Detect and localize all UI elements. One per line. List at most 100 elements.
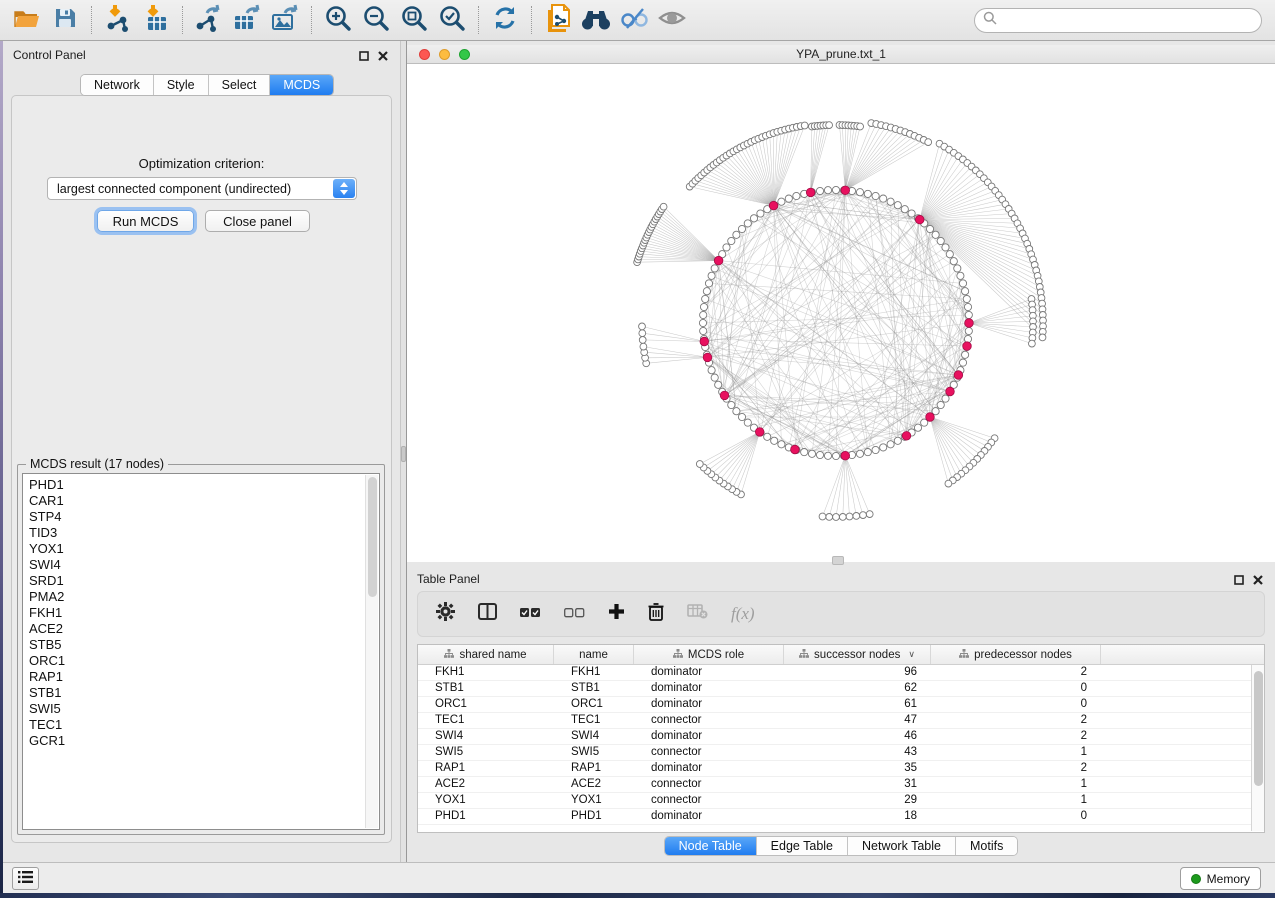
table-row[interactable]: ORC1ORC1dominator610 — [418, 697, 1264, 713]
table-cell[interactable]: connector — [634, 745, 784, 760]
close-panel-icon[interactable] — [1253, 572, 1263, 590]
table-cell[interactable]: 0 — [931, 809, 1101, 824]
zoom-in-button[interactable] — [321, 4, 355, 36]
open-file-button[interactable] — [10, 4, 44, 36]
mcds-result-list[interactable]: PHD1CAR1STP4TID3YOX1SWI4SRD1PMA2FKH1ACE2… — [22, 473, 380, 830]
mcds-result-item[interactable]: SRD1 — [29, 573, 379, 589]
table-cell[interactable]: 96 — [784, 665, 931, 680]
network-from-document-button[interactable] — [541, 4, 575, 36]
table-cell[interactable]: 1 — [931, 793, 1101, 808]
column-header-successor-nodes[interactable]: successor nodes∨ — [784, 645, 931, 664]
table-cell[interactable]: dominator — [634, 697, 784, 712]
table-cell[interactable]: connector — [634, 777, 784, 792]
export-image-button[interactable] — [268, 4, 302, 36]
table-cell[interactable]: PHD1 — [418, 809, 554, 824]
tab-select[interactable]: Select — [209, 75, 271, 95]
table-cell[interactable]: TEC1 — [418, 713, 554, 728]
add-column-button[interactable] — [608, 603, 625, 625]
table-cell[interactable]: connector — [634, 793, 784, 808]
search-input[interactable] — [1002, 14, 1261, 28]
tab-network-table[interactable]: Network Table — [848, 837, 956, 855]
table-row[interactable]: SWI4SWI4dominator462 — [418, 729, 1264, 745]
refresh-button[interactable] — [488, 4, 522, 36]
close-panel-icon[interactable] — [378, 48, 388, 66]
show-graphics-details-button[interactable] — [655, 4, 689, 36]
table-scrollbar[interactable] — [1251, 665, 1264, 831]
table-cell[interactable]: SWI4 — [418, 729, 554, 744]
search-network-button[interactable] — [579, 4, 613, 36]
mcds-list-scrollbar[interactable] — [365, 475, 378, 828]
table-cell[interactable]: dominator — [634, 665, 784, 680]
import-table-button[interactable] — [139, 4, 173, 36]
table-cell[interactable]: dominator — [634, 809, 784, 824]
panel-splitter-horizontal[interactable] — [832, 556, 844, 565]
table-cell[interactable]: RAP1 — [554, 761, 634, 776]
mcds-result-item[interactable]: STB1 — [29, 685, 379, 701]
table-cell[interactable]: ORC1 — [554, 697, 634, 712]
column-header-name[interactable]: name — [554, 645, 634, 664]
table-cell[interactable]: 35 — [784, 761, 931, 776]
function-builder-button[interactable]: f(x) — [731, 604, 755, 624]
table-cell[interactable]: YOX1 — [418, 793, 554, 808]
table-cell[interactable]: SWI5 — [418, 745, 554, 760]
mcds-result-item[interactable]: FKH1 — [29, 605, 379, 621]
table-cell[interactable]: 43 — [784, 745, 931, 760]
import-network-button[interactable] — [101, 4, 135, 36]
save-session-button[interactable] — [48, 4, 82, 36]
table-cell[interactable]: RAP1 — [418, 761, 554, 776]
table-cell[interactable]: 2 — [931, 729, 1101, 744]
splitter-handle[interactable] — [401, 446, 406, 462]
window-close-button[interactable] — [419, 49, 430, 60]
mcds-result-item[interactable]: PMA2 — [29, 589, 379, 605]
delete-table-button[interactable] — [687, 604, 708, 624]
window-minimize-button[interactable] — [439, 49, 450, 60]
float-panel-icon[interactable] — [1234, 572, 1244, 590]
network-canvas[interactable] — [407, 64, 1275, 562]
deselect-all-rows-button[interactable] — [564, 605, 585, 623]
mcds-result-item[interactable]: YOX1 — [29, 541, 379, 557]
panel-splitter-vertical[interactable] — [400, 41, 407, 862]
table-cell[interactable]: 47 — [784, 713, 931, 728]
zoom-fit-button[interactable] — [397, 4, 431, 36]
task-history-button[interactable] — [12, 867, 39, 890]
table-cell[interactable]: 61 — [784, 697, 931, 712]
table-cell[interactable]: 46 — [784, 729, 931, 744]
memory-button[interactable]: Memory — [1180, 867, 1261, 890]
table-cell[interactable]: ORC1 — [418, 697, 554, 712]
zoom-out-button[interactable] — [359, 4, 393, 36]
table-row[interactable]: TEC1TEC1connector472 — [418, 713, 1264, 729]
hide-graphics-details-button[interactable] — [617, 4, 651, 36]
zoom-selected-button[interactable] — [435, 4, 469, 36]
table-cell[interactable]: FKH1 — [418, 665, 554, 680]
mcds-result-item[interactable]: TEC1 — [29, 717, 379, 733]
network-window-titlebar[interactable]: YPA_prune.txt_1 — [407, 45, 1275, 64]
table-cell[interactable]: TEC1 — [554, 713, 634, 728]
table-cell[interactable]: 0 — [931, 697, 1101, 712]
table-cell[interactable]: 62 — [784, 681, 931, 696]
mcds-result-item[interactable]: CAR1 — [29, 493, 379, 509]
table-cell[interactable]: STB1 — [554, 681, 634, 696]
table-cell[interactable]: dominator — [634, 761, 784, 776]
mcds-result-item[interactable]: STP4 — [29, 509, 379, 525]
select-all-rows-button[interactable] — [520, 605, 541, 623]
mcds-result-item[interactable]: TID3 — [29, 525, 379, 541]
table-cell[interactable]: 1 — [931, 777, 1101, 792]
mcds-result-item[interactable]: PHD1 — [29, 477, 379, 493]
mcds-result-item[interactable]: GCR1 — [29, 733, 379, 749]
close-panel-button[interactable]: Close panel — [205, 210, 310, 232]
table-cell[interactable]: connector — [634, 713, 784, 728]
table-cell[interactable]: PHD1 — [554, 809, 634, 824]
table-row[interactable]: ACE2ACE2connector311 — [418, 777, 1264, 793]
table-cell[interactable]: YOX1 — [554, 793, 634, 808]
table-cell[interactable]: FKH1 — [554, 665, 634, 680]
table-row[interactable]: RAP1RAP1dominator352 — [418, 761, 1264, 777]
export-table-button[interactable] — [230, 4, 264, 36]
table-row[interactable]: PHD1PHD1dominator180 — [418, 809, 1264, 825]
tab-mcds[interactable]: MCDS — [270, 75, 333, 95]
table-options-button[interactable] — [436, 602, 455, 626]
tab-style[interactable]: Style — [154, 75, 209, 95]
mcds-result-item[interactable]: ACE2 — [29, 621, 379, 637]
table-cell[interactable]: SWI5 — [554, 745, 634, 760]
table-cell[interactable]: 2 — [931, 713, 1101, 728]
table-cell[interactable]: 2 — [931, 761, 1101, 776]
